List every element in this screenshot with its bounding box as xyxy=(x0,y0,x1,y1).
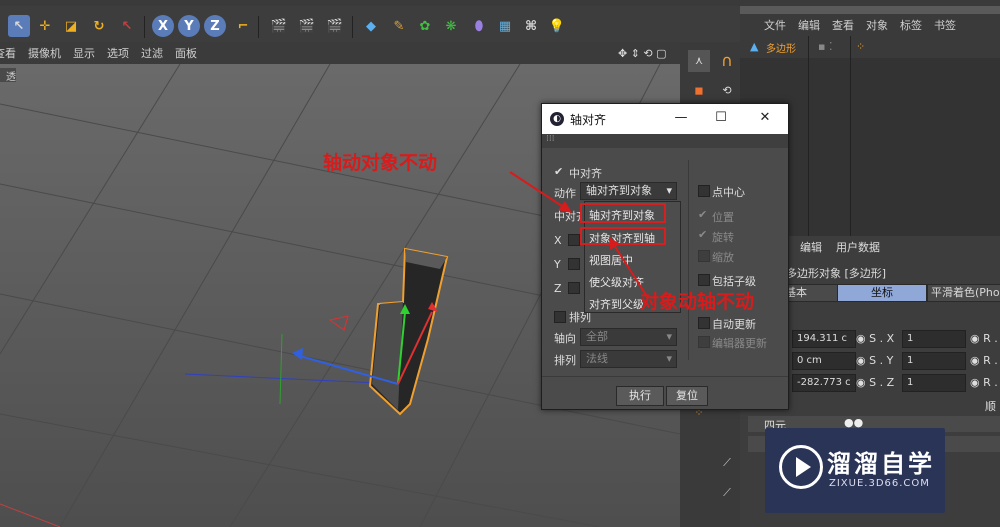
play-logo-icon xyxy=(779,445,823,489)
watermark-name: 溜溜自学 xyxy=(827,450,935,478)
watermark-logo: 溜溜自学 ZIXUE.3D66.COM xyxy=(765,428,945,513)
watermark-url: ZIXUE.3D66.COM xyxy=(829,478,930,489)
